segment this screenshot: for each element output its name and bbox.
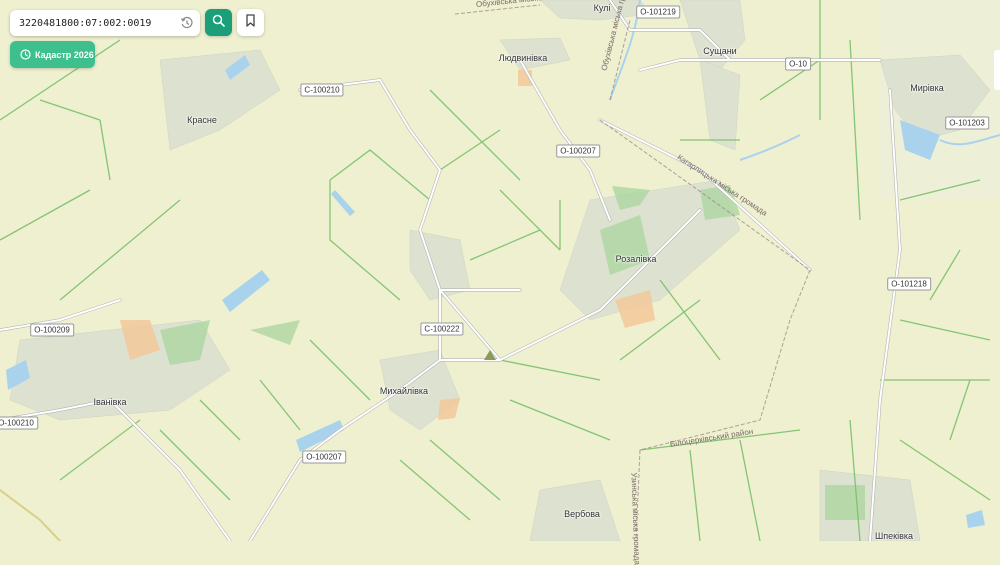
road-label: О-101219 [636,5,680,19]
search-icon [212,14,225,32]
history-icon[interactable] [180,16,194,30]
place-label-shpekivka: Шпеківка [875,531,913,541]
place-label-ivanivka: Іванівка [93,397,127,407]
side-panel-edge[interactable] [994,50,1000,90]
place-label-sushchany: Сущани [703,46,737,56]
search-box[interactable] [10,10,200,36]
place-label-liudvynivka: Людвинівка [498,53,548,63]
road-label: О-101203 [945,116,989,130]
search-button[interactable] [205,9,232,36]
bookmark-button[interactable] [237,9,264,36]
road-label: О-100207 [302,450,346,464]
place-label-kuli: Кулі [593,3,611,13]
map-canvas[interactable] [0,0,1000,541]
cadastre-search-input[interactable] [19,17,169,29]
cadastre-button-label: Кадастр 2026 [35,49,94,60]
place-label-verbova: Вербова [564,509,600,519]
road-label: С-100210 [300,83,344,97]
bookmark-icon [245,13,256,32]
road-label: О-100210 [0,416,38,430]
clock-icon [20,49,31,60]
road-label: С-100222 [420,322,464,336]
place-label-mykhailivka: Михайлівка [379,386,429,396]
road-label: О-101218 [887,277,931,291]
place-label-myrivka: Мирівка [910,83,944,93]
road-label: О-10 [785,57,811,71]
place-label-rozalivka: Розалівка [615,254,657,264]
road-label: О-100207 [556,144,600,158]
place-label-krasne: Красне [187,115,217,125]
cadastre-2026-button[interactable]: Кадастр 2026 [10,41,95,68]
road-label: О-100209 [30,323,74,337]
